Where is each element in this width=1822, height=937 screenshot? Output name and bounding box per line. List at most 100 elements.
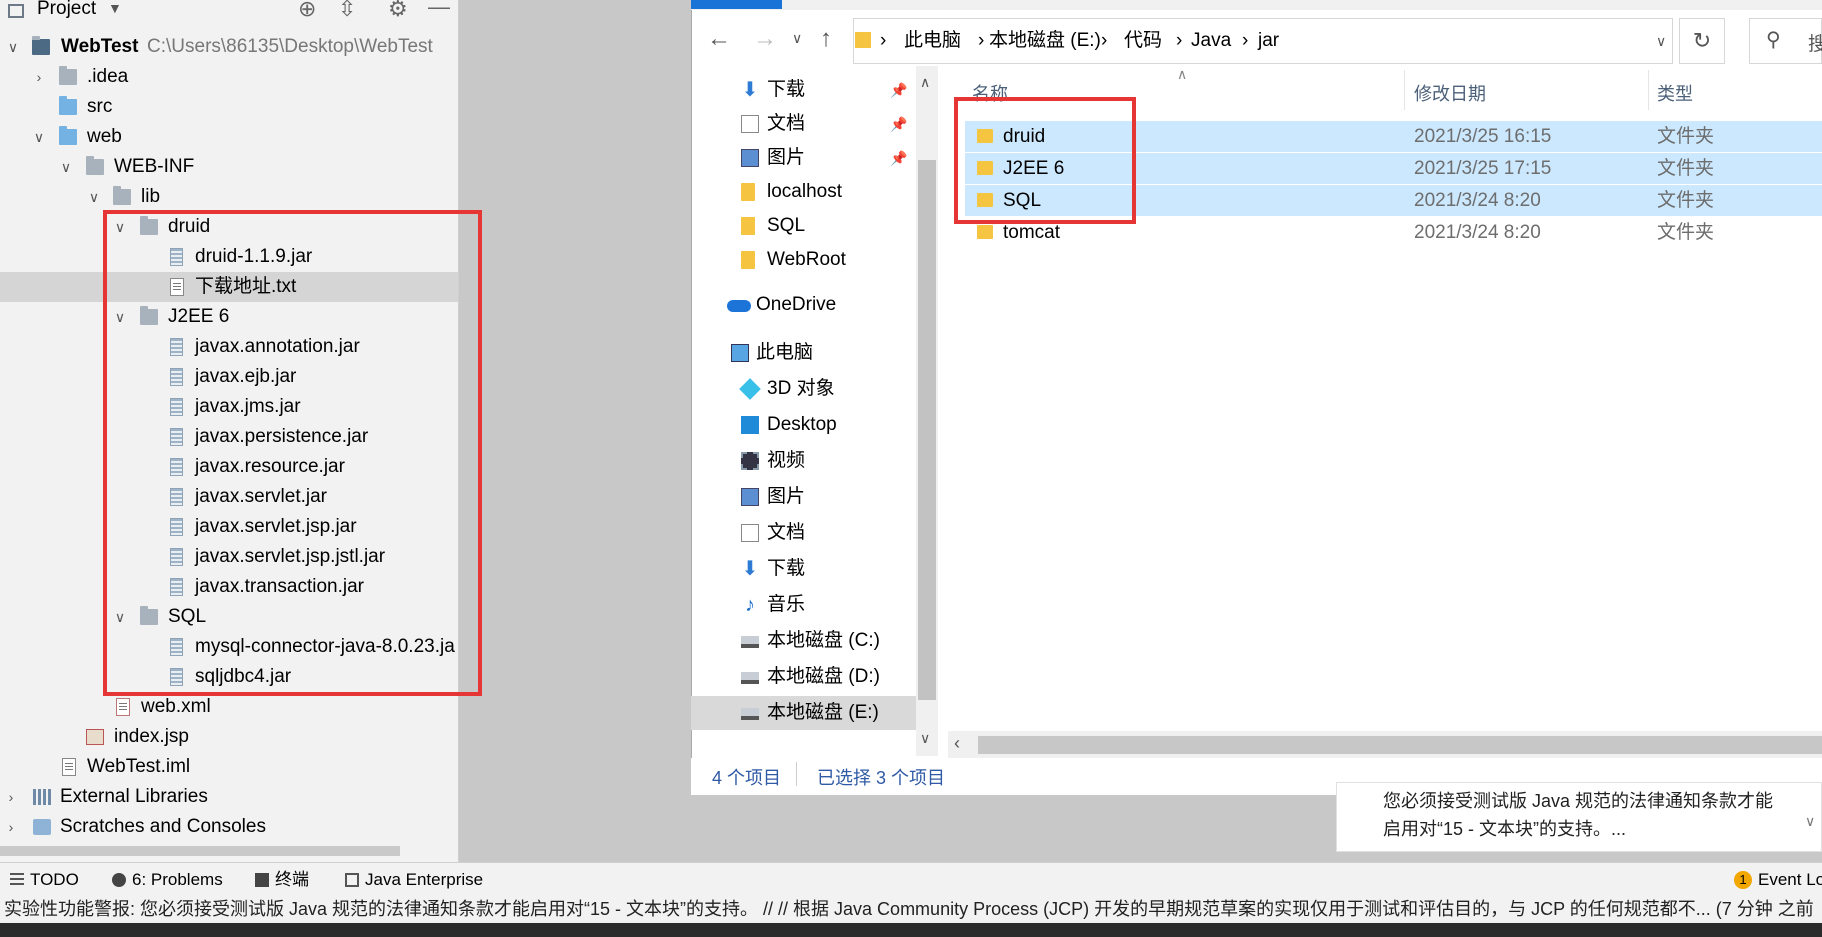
nav-item-desktop[interactable]: Desktop [691,408,916,442]
nav-item-drive-e[interactable]: 本地磁盘 (E:) [691,696,916,730]
recent-locations-icon[interactable]: ∨ [792,30,802,47]
breadcrumb-item[interactable]: 代码 [1124,19,1162,63]
todo-tab[interactable]: TODO [10,863,79,896]
minimize-icon[interactable]: — [428,0,450,20]
event-log-tab[interactable]: 1 Event Lo [1734,863,1822,896]
tree-row-web-xml[interactable]: web.xml [0,692,458,722]
java-enterprise-icon [345,873,359,887]
up-arrow-icon[interactable]: ↑ [820,25,832,53]
nav-item-sql[interactable]: SQL [691,209,916,243]
module-file-icon [62,758,76,776]
java-enterprise-tab[interactable]: Java Enterprise [345,863,483,896]
pin-icon[interactable]: 📌 [890,107,907,141]
breadcrumb-separator: › [880,30,887,51]
search-input[interactable]: ⚲ 搜 [1749,18,1822,64]
address-bar[interactable]: › 此电脑 › 本地磁盘 (E:) › 代码 › Java › jar ∨ [853,18,1673,64]
tree-label: External Libraries [60,786,208,807]
picture-icon [741,488,759,506]
refresh-button[interactable]: ↻ [1679,18,1725,64]
column-separator[interactable] [1648,70,1649,110]
nav-item-webroot[interactable]: WebRoot [691,243,916,277]
breadcrumb-separator: › [978,30,985,51]
nav-item-drive-d[interactable]: 本地磁盘 (D:) [691,660,916,694]
breadcrumb-item[interactable]: Java [1191,19,1231,63]
file-date: 2021/3/24 8:20 [1414,222,1541,243]
ribbon-tab-file[interactable] [691,0,782,9]
ide-status-bar[interactable]: 实验性功能警报: 您必须接受测试版 Java 规范的法律通知条款才能启用对“15… [0,895,1822,923]
file-date: 2021/3/25 17:15 [1414,158,1552,179]
status-message[interactable]: 实验性功能警报: 您必须接受测试版 Java 规范的法律通知条款才能启用对“15… [4,895,1814,923]
nav-item-downloads-pc[interactable]: ⬇ 下载 [691,552,916,586]
chevron-down-icon[interactable]: ∨ [1805,813,1815,830]
gear-icon[interactable]: ⚙ [388,0,408,22]
nav-item-localhost[interactable]: localhost [691,175,916,209]
problems-tab[interactable]: 6: Problems [112,863,223,896]
folder-icon [86,156,104,175]
tree-row-webtest-iml[interactable]: WebTest.iml [0,752,458,782]
tree-row-index-jsp[interactable]: index.jsp [0,722,458,752]
column-header-date[interactable]: 修改日期 [1414,80,1486,106]
scroll-down-icon[interactable]: ∨ [920,730,930,747]
locate-icon[interactable]: ⊕ [298,0,316,22]
nav-item-documents-pc[interactable]: 文档 [691,516,916,550]
project-name: WebTest [61,36,139,57]
pin-icon[interactable]: 📌 [890,141,907,175]
chevron-down-icon[interactable]: ∨ [59,152,73,182]
chevron-down-icon[interactable]: ∨ [87,182,101,212]
nav-item-label: 下载 [767,79,806,100]
tree-row-lib[interactable]: ∨ lib [0,182,458,212]
tree-label: WEB-INF [114,156,195,177]
nav-item-pictures[interactable]: 图片 📌 [691,141,916,175]
nav-item-label: Desktop [767,414,837,435]
tree-row-external-libraries[interactable]: › External Libraries [0,782,458,812]
tree-row-web-inf[interactable]: ∨ WEB-INF [0,152,458,182]
back-arrow-icon[interactable]: ← [707,25,731,53]
column-separator[interactable] [1404,70,1405,110]
chevron-down-icon[interactable]: ∨ [1656,19,1666,63]
scroll-left-icon[interactable]: ‹ [954,733,960,754]
nav-item-label: 此电脑 [756,342,814,363]
scroll-up-icon[interactable]: ∧ [920,74,930,91]
collapse-all-icon[interactable]: ⇳ [338,0,356,22]
nav-item-onedrive[interactable]: OneDrive [691,288,916,322]
tree-row-scratches[interactable]: › Scratches and Consoles [0,812,458,842]
column-header-type[interactable]: 类型 [1657,80,1693,106]
nav-pane-scroll-thumb[interactable] [918,160,936,700]
nav-item-downloads[interactable]: ⬇ 下载 📌 [691,73,916,107]
project-path: C:\Users\86135\Desktop\WebTest [147,36,433,57]
breadcrumb-item[interactable]: 此电脑 [904,19,961,63]
ide-notification-balloon[interactable]: 您必须接受测试版 Java 规范的法律通知条款才能 启用对“15 - 文本块”的… [1336,782,1822,852]
libraries-icon [33,789,51,805]
project-view-icon [8,4,24,18]
nav-item-drive-c[interactable]: 本地磁盘 (C:) [691,624,916,658]
breadcrumb-item[interactable]: 本地磁盘 (E:) [989,19,1101,63]
project-view-selector[interactable]: Project [37,0,96,20]
forward-arrow-icon[interactable]: → [753,25,777,53]
tree-label: .idea [87,66,129,87]
tree-label: web [87,126,122,147]
chevron-right-icon[interactable]: › [4,782,18,812]
tree-row-idea[interactable]: › .idea [0,62,458,92]
nav-item-pictures-pc[interactable]: 图片 [691,480,916,514]
breadcrumb-item[interactable]: jar [1258,19,1279,63]
terminal-tab[interactable]: 终端 [255,863,309,896]
tree-row-web[interactable]: ∨ web [0,122,458,152]
nav-item-label: 视频 [767,450,806,471]
pin-icon[interactable]: 📌 [890,73,907,107]
chevron-down-icon[interactable]: ∨ [32,122,46,152]
nav-item-documents[interactable]: 文档 📌 [691,107,916,141]
tree-row-project-root[interactable]: ∨ WebTest C:\Users\86135\Desktop\WebTest [0,32,458,62]
chevron-right-icon[interactable]: › [32,62,46,92]
nav-item-videos[interactable]: 视频 [691,444,916,478]
desktop-icon [741,416,759,434]
nav-item-3d-objects[interactable]: 3D 对象 [691,372,916,406]
folder-icon [59,66,77,85]
nav-item-this-pc[interactable]: 此电脑 [691,336,916,370]
ide-horizontal-scrollbar[interactable] [0,846,400,856]
nav-item-music[interactable]: ♪ 音乐 [691,588,916,622]
file-list-scroll-thumb[interactable] [978,736,1822,754]
chevron-right-icon[interactable]: › [4,812,18,842]
chevron-down-icon[interactable]: ▼ [108,0,122,16]
chevron-down-icon[interactable]: ∨ [6,32,20,62]
tree-row-src[interactable]: src [0,92,458,122]
